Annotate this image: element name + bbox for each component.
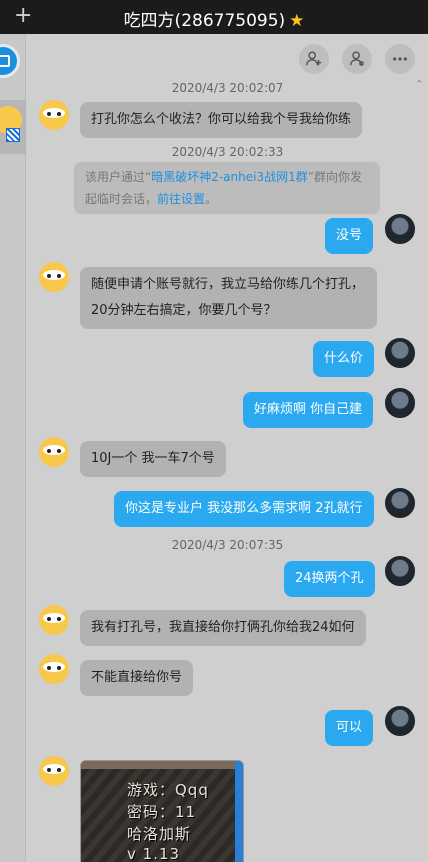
settings-link[interactable]: 前往设置 bbox=[157, 192, 205, 206]
message-bubble: 可以 bbox=[325, 710, 374, 746]
image-text-line: v 1.13 bbox=[127, 845, 181, 862]
image-text-line: 游戏：Qqq bbox=[127, 781, 209, 799]
image-text-line: 哈洛加斯 bbox=[127, 825, 192, 843]
message-bubble: 24换两个孔 bbox=[284, 561, 375, 597]
avatar[interactable] bbox=[385, 214, 415, 244]
avatar[interactable] bbox=[385, 488, 415, 518]
message-bubble: 你这是专业户 我没那么多需求啊 2孔就行 bbox=[114, 491, 374, 527]
contact-name: 吃四方(286775095) bbox=[123, 11, 286, 31]
avatar[interactable] bbox=[385, 556, 415, 586]
notice-end: 。 bbox=[205, 192, 218, 206]
screen-icon bbox=[0, 55, 10, 67]
qr-badge-icon bbox=[6, 128, 20, 142]
message-bubble: 随便申请个账号就行，我立马给你练几个打孔，20分钟左右搞定，你要几个号？ bbox=[80, 267, 377, 329]
window-titlebar: + 吃四方(286775095) ★ bbox=[0, 0, 428, 34]
message-bubble: 不能直接给你号 bbox=[80, 660, 194, 696]
avatar[interactable] bbox=[39, 756, 69, 786]
image-text-line: 密码：11 bbox=[127, 803, 197, 821]
app-icon[interactable] bbox=[0, 44, 20, 78]
sidebar-item-contact[interactable] bbox=[0, 100, 26, 154]
timestamp: 2020/4/3 20:02:07 bbox=[171, 81, 284, 95]
group-link[interactable]: 暗黑破坏神2-anhei3战网1群 bbox=[151, 170, 308, 184]
temp-session-notice: 该用户通过“暗黑破坏神2-anhei3战网1群”群向你发起临时会话，前往设置。 bbox=[74, 162, 380, 214]
avatar[interactable] bbox=[39, 100, 69, 130]
notice-prefix: 该用户通过“ bbox=[85, 170, 152, 184]
message-bubble: 什么价 bbox=[313, 341, 375, 377]
avatar[interactable] bbox=[385, 388, 415, 418]
image-message[interactable]: 游戏：Qqq 密码：11 哈洛加斯 v 1.13 bbox=[80, 760, 244, 862]
timestamp: 2020/4/3 20:02:33 bbox=[171, 145, 284, 159]
message-bubble: 10J一个 我一车7个号 bbox=[80, 441, 226, 477]
profile-button[interactable] bbox=[342, 44, 372, 74]
chat-panel: ⌃ 2020/4/3 20:02:07 打孔你怎么个收法？你可以给我个号我给你练… bbox=[27, 34, 428, 862]
timestamp: 2020/4/3 20:07:35 bbox=[171, 538, 284, 552]
avatar[interactable] bbox=[39, 437, 69, 467]
add-user-button[interactable] bbox=[299, 44, 329, 74]
message-bubble: 打孔你怎么个收法？你可以给我个号我给你练 bbox=[80, 102, 363, 138]
message-bubble: 我有打孔号，我直接给你打俩孔你给我24如何 bbox=[80, 610, 366, 646]
message-bubble: 好麻烦啊 你自己建 bbox=[243, 392, 374, 428]
more-button[interactable] bbox=[385, 44, 415, 74]
more-icon bbox=[392, 57, 408, 61]
sidebar bbox=[0, 34, 26, 862]
avatar[interactable] bbox=[39, 654, 69, 684]
message-bubble: 没号 bbox=[325, 218, 374, 254]
avatar[interactable] bbox=[385, 338, 415, 368]
avatar[interactable] bbox=[39, 262, 69, 292]
add-user-icon bbox=[306, 51, 322, 66]
avatar[interactable] bbox=[39, 605, 69, 635]
window-title: 吃四方(286775095) ★ bbox=[0, 6, 428, 31]
image-edge bbox=[235, 761, 243, 862]
avatar[interactable] bbox=[385, 706, 415, 736]
image-top-strip bbox=[81, 761, 243, 769]
star-icon: ★ bbox=[289, 11, 305, 31]
user-icon bbox=[349, 51, 364, 66]
